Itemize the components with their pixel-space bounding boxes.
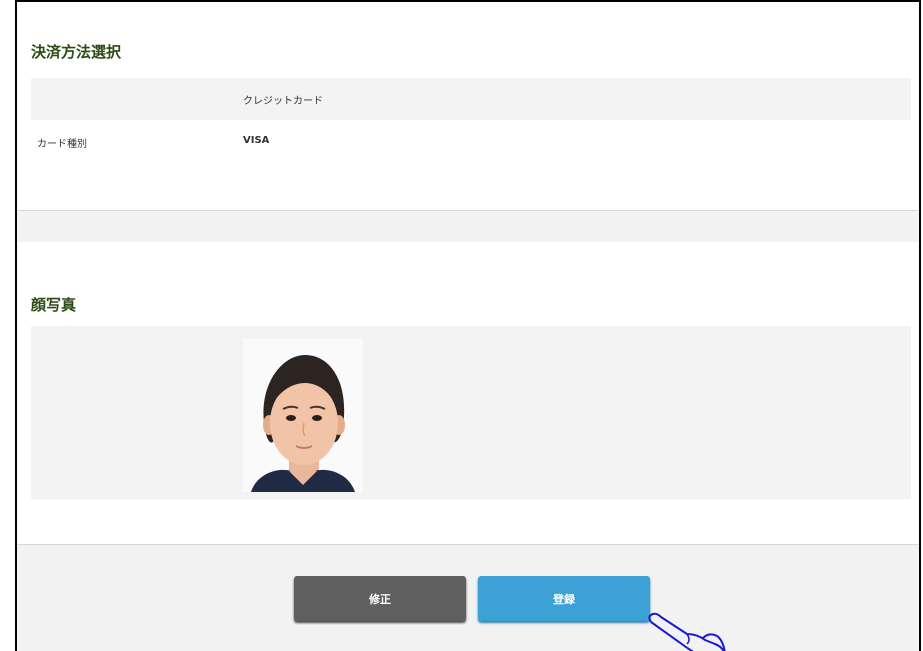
photo-row [31,326,911,499]
page-frame: 決済方法選択 クレジットカード カード種別 VISA 顔写真 修正 登録 [15,0,921,651]
photo-section-title: 顔写真 [31,296,77,314]
card-type-value: VISA [243,135,270,146]
button-area [17,545,919,651]
photo-section: 顔写真 [17,242,919,545]
card-type-row: カード種別 VISA [31,120,911,162]
card-type-label: カード種別 [37,139,87,150]
payment-section-title: 決済方法選択 [31,43,122,61]
payment-method-value: クレジットカード [243,96,323,107]
register-button[interactable]: 登録 [478,576,650,621]
pointing-hand-icon [648,612,726,651]
edit-button-label: 修正 [369,592,391,606]
section-gap [17,211,919,242]
edit-button[interactable]: 修正 [294,576,466,621]
register-button-label: 登録 [553,592,575,606]
face-photo [243,339,363,492]
payment-section: 決済方法選択 クレジットカード カード種別 VISA [17,2,919,211]
payment-method-row: クレジットカード [31,78,911,120]
